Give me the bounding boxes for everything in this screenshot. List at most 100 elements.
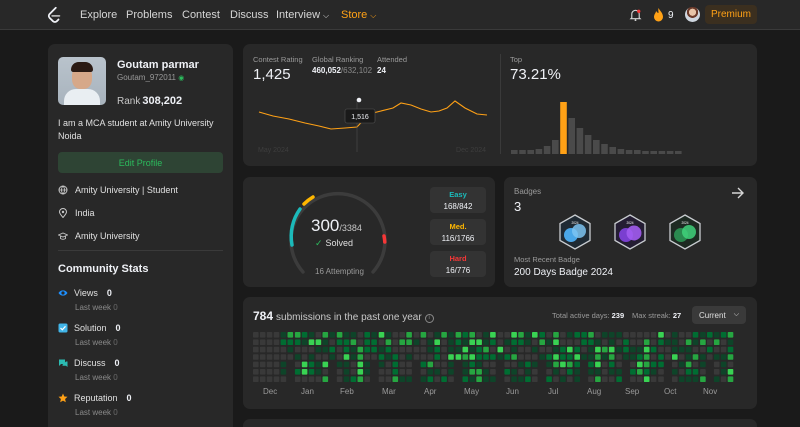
nav-discuss[interactable]: Discuss — [230, 9, 269, 21]
heatmap-cell — [713, 369, 720, 375]
bell-icon[interactable] — [629, 8, 642, 22]
heatmap-cell — [343, 339, 350, 345]
heatmap-cell — [253, 354, 259, 360]
leetcode-logo-icon[interactable] — [45, 6, 63, 24]
heatmap-cell — [364, 332, 370, 338]
heatmap-cell — [727, 332, 734, 338]
heatmap-cell — [413, 339, 420, 345]
rating-point-marker[interactable] — [356, 97, 362, 103]
heatmap-cell — [637, 346, 643, 353]
heatmap-cell — [266, 332, 273, 338]
year-select-dropdown[interactable]: Current ⌵ — [692, 306, 746, 324]
heatmap-cell — [623, 346, 629, 353]
histogram-bar — [511, 150, 518, 154]
histogram-bar — [576, 128, 584, 154]
heatmap-cell — [707, 339, 713, 345]
profile-handle-text: Goutam_972011 — [117, 73, 177, 82]
heatmap-cell — [315, 361, 322, 368]
heatmap-cell — [420, 354, 427, 360]
location-pin-icon — [58, 208, 68, 218]
histogram-bar — [560, 102, 567, 154]
submission-heatmap[interactable] — [253, 332, 747, 384]
attended-value: 24 — [377, 66, 386, 75]
active-days-value: 239 — [611, 311, 625, 320]
heatmap-cell — [392, 361, 399, 368]
heatmap-cell — [581, 339, 587, 345]
rating-distribution-histogram[interactable] — [509, 94, 749, 156]
heatmap-cell — [343, 369, 350, 375]
heatmap-cell — [462, 354, 469, 360]
histogram-bar — [625, 150, 633, 154]
heatmap-cell — [678, 339, 685, 345]
heatmap-cell — [727, 361, 734, 368]
heatmap-cell — [602, 354, 608, 360]
nav-store[interactable]: Store ⌵ — [341, 9, 376, 21]
heatmap-cell — [553, 369, 559, 375]
heatmap-cell — [700, 339, 706, 345]
month-label: Sep — [625, 387, 640, 396]
nav-contest[interactable]: Contest — [182, 9, 220, 21]
top-percent-value: 73.21% — [510, 66, 561, 83]
heatmap-cell — [483, 361, 489, 368]
max-streak-label: Max streak: — [632, 311, 671, 320]
difficulty-hard[interactable]: Hard 16/776 — [430, 251, 486, 277]
heatmap-cell — [378, 354, 385, 360]
heatmap-cell — [574, 369, 580, 375]
avatar[interactable] — [685, 7, 700, 22]
heatmap-cell — [476, 354, 482, 360]
heatmap-cell — [511, 361, 517, 368]
heatmap-cell — [434, 361, 440, 368]
heatmap-cell — [700, 376, 706, 382]
heatmap-cell — [308, 376, 315, 382]
heatmap-cell — [308, 339, 315, 345]
heatmap-cell — [259, 332, 266, 338]
community-stats-title: Community Stats — [58, 263, 149, 275]
heatmap-cell — [532, 361, 538, 368]
heatmap-cell — [280, 376, 287, 382]
contest-rating-label: Contest Rating — [253, 55, 303, 64]
nav-explore[interactable]: Explore — [80, 9, 117, 21]
heatmap-cell — [650, 361, 657, 368]
edit-profile-button[interactable]: Edit Profile — [58, 152, 223, 173]
rating-line-chart[interactable]: 1,516 May 2024 Dec 2024 — [253, 92, 488, 157]
heatmap-cell — [713, 339, 720, 345]
heatmap-cell — [462, 369, 469, 375]
histogram-bar — [593, 140, 600, 154]
heatmap-cell — [350, 346, 357, 353]
heatmap-cell — [385, 376, 392, 382]
heatmap-cell — [504, 332, 510, 338]
info-education-text: Amity University — [75, 231, 140, 241]
heatmap-cell — [588, 339, 594, 345]
badge-200-days-2024[interactable]: 2024 — [612, 214, 648, 250]
heatmap-cell — [546, 354, 552, 360]
heatmap-cell — [350, 361, 357, 368]
info-icon[interactable]: i — [424, 314, 434, 323]
heatmap-cell — [399, 376, 405, 382]
heatmap-cell — [434, 376, 440, 382]
heatmap-cell — [727, 369, 734, 375]
heatmap-cell — [448, 376, 454, 382]
global-rank-number: 460,052 — [312, 66, 341, 75]
nav-problems[interactable]: Problems — [126, 9, 172, 21]
heatmap-cell — [301, 376, 308, 382]
heatmap-cell — [399, 346, 405, 353]
premium-button[interactable]: Premium — [705, 5, 757, 24]
heatmap-cell — [588, 332, 594, 338]
month-label: Oct — [664, 387, 677, 396]
heatmap-cell — [336, 369, 343, 375]
heatmap-cell — [643, 339, 650, 345]
nav-interview[interactable]: Interview ⌵ — [276, 9, 329, 21]
heatmap-cell — [567, 339, 573, 345]
arrow-right-icon[interactable] — [731, 186, 745, 200]
stat-reputation-label: Reputation — [74, 393, 118, 403]
heatmap-cell — [350, 369, 357, 375]
heatmap-cell — [588, 369, 594, 375]
difficulty-easy[interactable]: Easy 168/842 — [430, 187, 486, 213]
heatmap-cell — [608, 361, 615, 368]
badge-50-days-2024[interactable]: 2024 — [667, 214, 703, 250]
difficulty-medium[interactable]: Med. 116/1766 — [430, 219, 486, 245]
badge-100-days-2024[interactable]: 2024 — [557, 214, 593, 250]
rank-label: Rank — [117, 96, 141, 107]
fire-streak-icon[interactable] — [653, 8, 664, 22]
gauge-hard-arc — [382, 234, 387, 244]
